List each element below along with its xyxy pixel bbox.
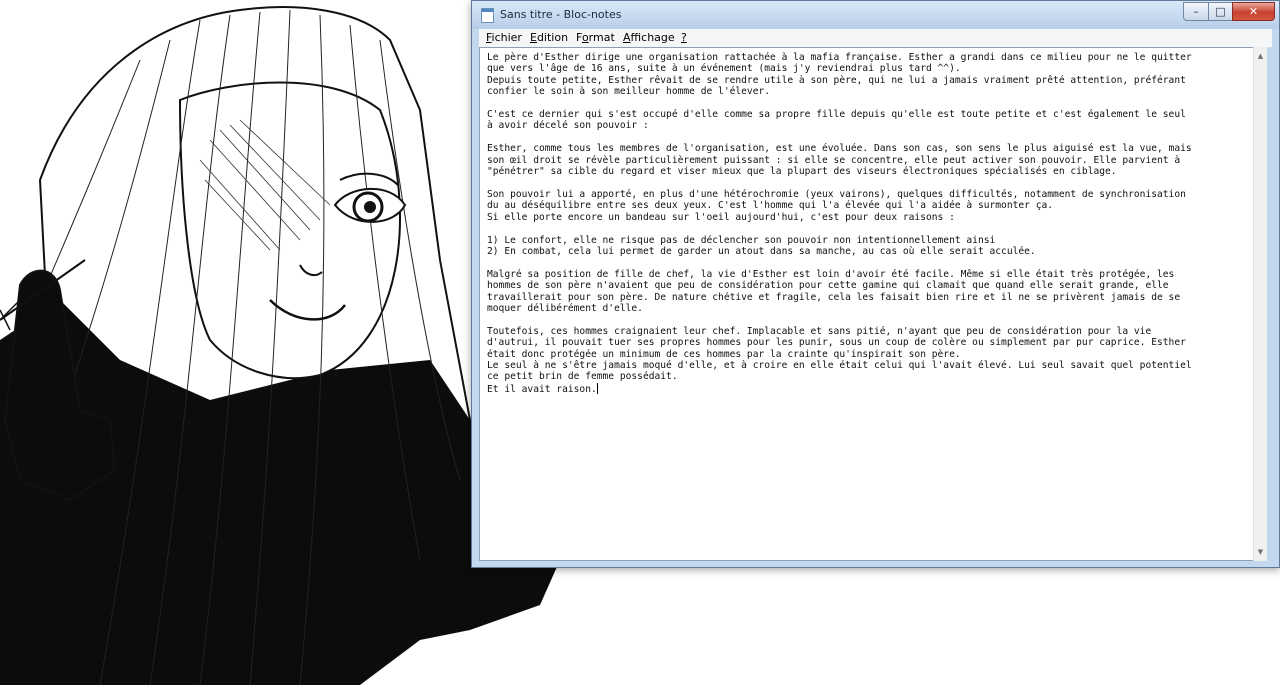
text-line: Son pouvoir lui a apporté, en plus d'une… [487, 188, 1186, 200]
text-line: Esther, comme tous les membres de l'orga… [487, 143, 1192, 155]
text-line: 1) Le confort, elle ne risque pas de déc… [487, 234, 996, 246]
menu-fichier[interactable]: Fichier [486, 31, 522, 44]
text-line: Malgré sa position de fille de chef, la … [487, 268, 1175, 280]
menu-edition[interactable]: Edition [530, 31, 568, 44]
text-line: hommes de son père n'avaient que peu de … [487, 280, 1169, 292]
text-line: son œil droit se révèle particulièrement… [487, 154, 1181, 166]
text-line: ce petit brin de femme possédait. [487, 371, 678, 383]
text-line: Depuis toute petite, Esther rêvait de se… [487, 74, 1186, 86]
scroll-up-arrow-icon[interactable]: ▲ [1254, 49, 1267, 63]
scroll-down-arrow-icon[interactable]: ▼ [1254, 545, 1267, 559]
window-title: Sans titre - Bloc-notes [500, 8, 622, 21]
menu-bar: Fichier Edition Format Affichage ? [479, 29, 1272, 48]
text-line: à avoir décelé son pouvoir : [487, 120, 649, 132]
text-line: Et il avait raison. [487, 383, 597, 395]
text-line: était donc protégée un minimum de ces ho… [487, 348, 961, 360]
text-line: que vers l'âge de 16 ans, suite à un évé… [487, 63, 961, 75]
text-line: d'autrui, il pouvait tuer ses propres ho… [487, 337, 1186, 349]
text-line: "pénétrer" sa cible du regard et viser m… [487, 166, 1117, 178]
text-line: du au déséquilibre entre ses deux yeux. … [487, 200, 1054, 212]
document-text[interactable]: Le père d'Esther dirige une organisation… [487, 52, 1257, 395]
maximize-button[interactable]: □ [1208, 2, 1233, 21]
text-line: 2) En combat, cela lui permet de garder … [487, 245, 1036, 257]
menu-affichage[interactable]: Affichage [623, 31, 675, 44]
notepad-window[interactable]: Sans titre - Bloc-notes – □ ✕ Fichier Ed… [471, 0, 1280, 568]
notepad-icon[interactable] [481, 8, 494, 23]
minimize-button[interactable]: – [1183, 2, 1209, 21]
text-caret [596, 382, 598, 394]
title-bar[interactable]: Sans titre - Bloc-notes – □ ✕ [472, 1, 1279, 29]
text-line: C'est ce dernier qui s'est occupé d'elle… [487, 109, 1186, 121]
vertical-scrollbar[interactable]: ▲ ▼ [1253, 47, 1267, 561]
minimize-icon: – [1193, 5, 1199, 18]
text-line: moquer délibérément d'elle. [487, 302, 643, 314]
text-line: Le père d'Esther dirige une organisation… [487, 52, 1192, 63]
menu-format[interactable]: Format [576, 31, 615, 44]
close-icon: ✕ [1248, 5, 1259, 18]
text-line: Si elle porte encore un bandeau sur l'oe… [487, 211, 955, 223]
maximize-icon: □ [1215, 5, 1226, 18]
close-button[interactable]: ✕ [1232, 2, 1275, 21]
text-line: confier le soin à son meilleur homme de … [487, 86, 771, 98]
text-line: travaillerait pour son père. De nature c… [487, 291, 1181, 303]
menu-help[interactable]: ? [681, 31, 687, 44]
text-line: Le seul à ne s'être jamais moqué d'elle,… [487, 359, 1192, 371]
text-editor[interactable]: Le père d'Esther dirige une organisation… [479, 47, 1266, 561]
text-line: Toutefois, ces hommes craignaient leur c… [487, 325, 1152, 337]
